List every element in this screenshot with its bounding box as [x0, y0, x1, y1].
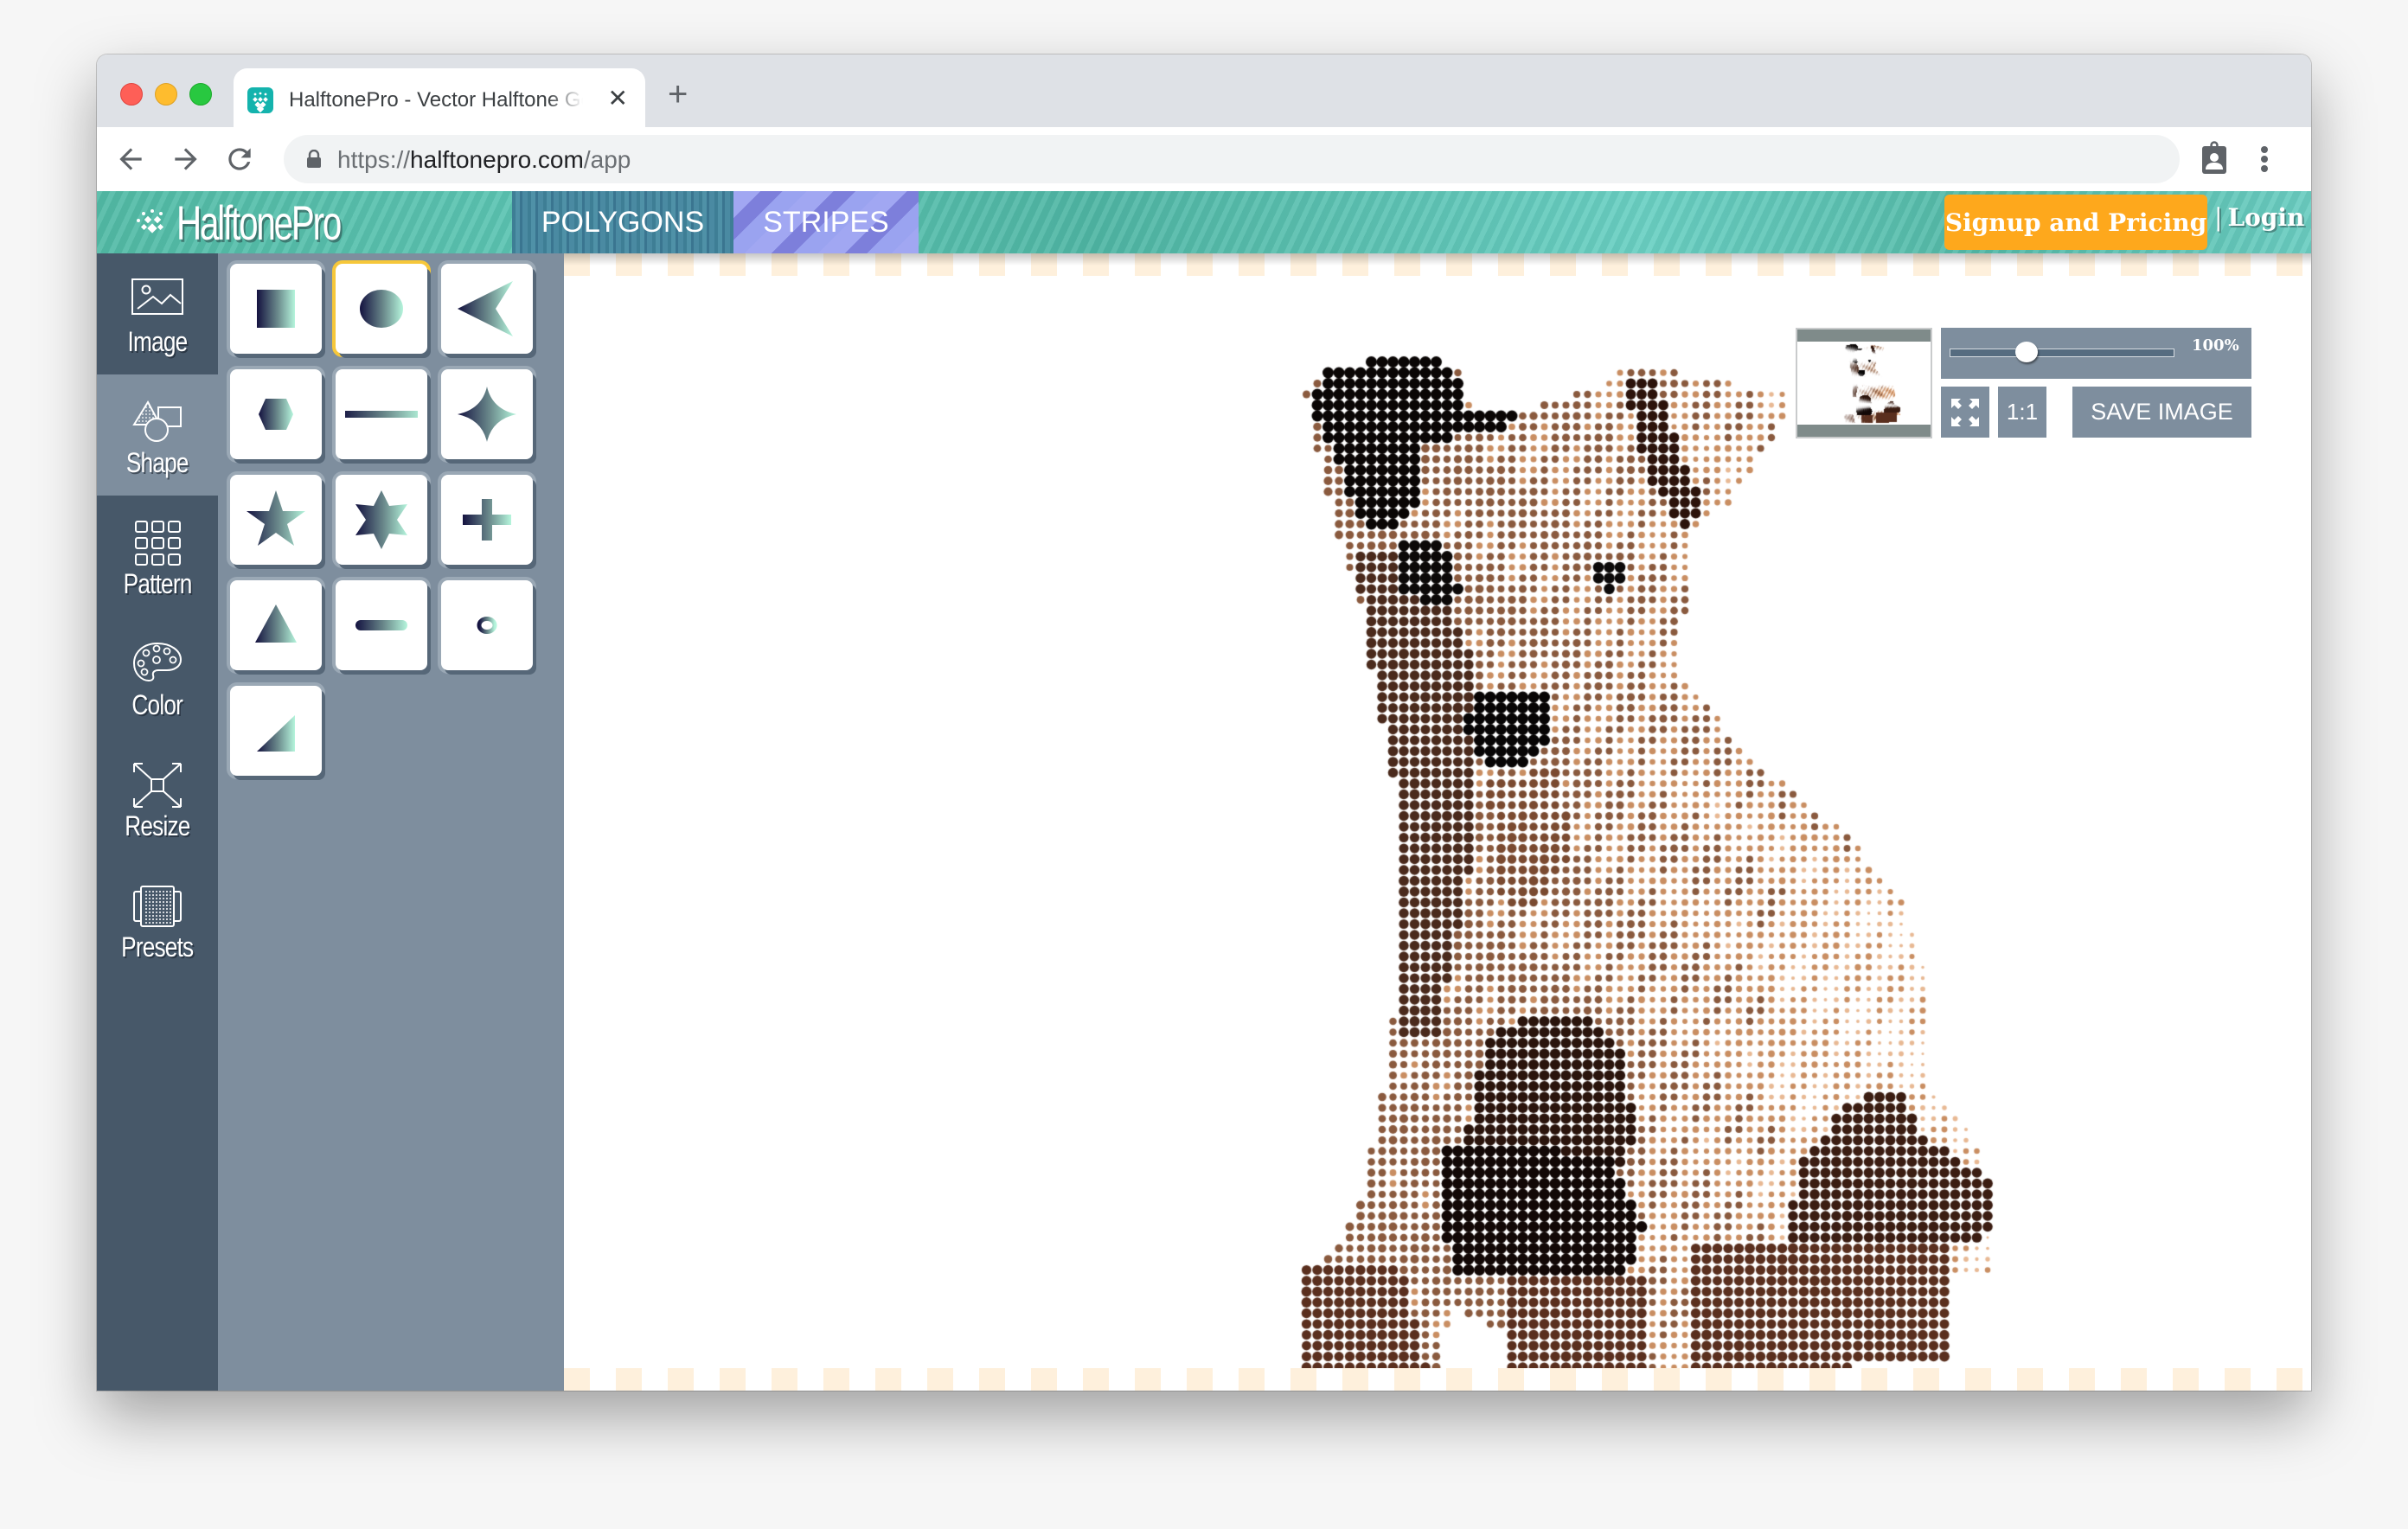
new-tab-button[interactable]: +	[668, 77, 688, 112]
image-icon	[131, 278, 183, 315]
shape-line-button[interactable]	[336, 369, 427, 459]
tab-strip: HalftonePro - Vector Halftone Generator …	[97, 54, 2311, 127]
shape-triangle-button[interactable]	[230, 580, 322, 670]
shape-ring-button[interactable]	[441, 580, 533, 670]
shape-arrowhead-button[interactable]	[441, 264, 533, 354]
login-link[interactable]: | Login	[2214, 203, 2304, 232]
sidebar-label: Resize	[125, 810, 190, 841]
shape-hexagon-button[interactable]	[230, 369, 322, 459]
fit-to-screen-icon	[1951, 398, 1979, 426]
actual-size-button[interactable]: 1:1	[1998, 387, 2046, 438]
shape-cross-button[interactable]	[441, 475, 533, 565]
shape-star-button[interactable]	[230, 475, 322, 565]
logo-diamond-icon	[137, 209, 164, 234]
more-menu-icon[interactable]	[2259, 144, 2270, 176]
grid-pattern-icon	[135, 521, 181, 566]
thumbnail-band-bottom	[1797, 425, 1931, 437]
app-header: HalftonePro POLYGONS STRIPES Signup and …	[97, 191, 2311, 253]
sidebar-item-presets[interactable]: Presets	[97, 859, 218, 980]
browser-tab-active[interactable]: HalftonePro - Vector Halftone Generator …	[234, 68, 645, 127]
zoom-value: 100%	[2192, 336, 2239, 355]
url-text: https://halftonepro.com/app	[337, 146, 631, 174]
ring-shape-icon	[477, 617, 497, 634]
close-window-button[interactable]	[120, 83, 143, 106]
sidebar-item-image[interactable]: Image	[97, 253, 218, 374]
zoom-slider-thumb[interactable]	[2014, 342, 2038, 362]
forward-arrow-icon[interactable]	[170, 143, 202, 176]
right-triangle-shape-icon	[257, 715, 295, 752]
shape-square-button[interactable]	[230, 264, 322, 354]
minimize-window-button[interactable]	[155, 83, 177, 106]
star-shape-icon	[247, 490, 305, 546]
zoom-slider[interactable]	[1950, 342, 2174, 362]
shape-four-point-star-button[interactable]	[441, 369, 533, 459]
sidebar-item-pattern[interactable]: Pattern	[97, 496, 218, 617]
address-bar[interactable]: https://halftonepro.com/app	[284, 135, 2180, 183]
image-thumbnail-navigator[interactable]	[1796, 328, 1932, 438]
arrowhead-shape-icon	[458, 281, 513, 336]
hexagon-shape-icon	[259, 399, 293, 430]
sidebar-label: Image	[127, 326, 189, 357]
sidebar-label: Shape	[126, 447, 189, 478]
browser-toolbar: https://halftonepro.com/app	[97, 127, 2311, 192]
triangle-shape-icon	[255, 605, 297, 643]
save-image-button[interactable]: SAVE IMAGE	[2072, 387, 2251, 438]
shapes-icon	[132, 400, 182, 442]
sidebar-label: Color	[131, 689, 183, 720]
square-shape-icon	[257, 290, 295, 328]
login-label: Login	[2227, 203, 2305, 232]
maximize-window-button[interactable]	[189, 83, 212, 106]
halftonepro-favicon-icon	[247, 87, 273, 113]
cross-shape-icon	[463, 499, 511, 541]
sidebar-item-color[interactable]: Color	[97, 617, 218, 738]
url-scheme: https://	[337, 146, 411, 173]
halftonepro-logo[interactable]: HalftonePro	[131, 195, 404, 250]
tab-polygons[interactable]: POLYGONS	[512, 191, 733, 253]
url-host: halftonepro.com	[410, 146, 584, 173]
shape-circle-button[interactable]	[336, 264, 427, 354]
url-path: /app	[583, 146, 631, 173]
fit-to-screen-button[interactable]	[1941, 387, 1989, 438]
halftone-canvas[interactable]: 100% 1:1 SAVE IMAGE	[564, 253, 2311, 1391]
six-point-star-shape-icon	[355, 490, 407, 549]
shape-right-triangle-button[interactable]	[230, 686, 322, 776]
browser-window: HalftonePro - Vector Halftone Generator …	[97, 54, 2311, 1391]
resize-arrows-icon	[133, 763, 182, 808]
left-sidebar: Image Shape Pattern Color Resize Presets	[97, 253, 218, 1391]
sidebar-item-shape[interactable]: Shape	[97, 374, 218, 496]
logo-text: HalftonePro	[176, 195, 342, 250]
sidebar-label: Presets	[121, 931, 194, 963]
login-separator: |	[2214, 203, 2223, 232]
palette-icon	[132, 642, 183, 682]
back-arrow-icon[interactable]	[114, 143, 147, 176]
circle-shape-icon	[360, 290, 403, 328]
reload-icon[interactable]	[223, 143, 256, 176]
tab-title: HalftonePro - Vector Halftone Generator	[289, 88, 583, 112]
signup-pricing-button[interactable]: Signup and Pricing	[1944, 195, 2207, 250]
halftone-dog-image[interactable]	[564, 253, 2311, 1391]
thumbnail-band-top	[1797, 329, 1931, 342]
canvas-bottom-border	[564, 1368, 2311, 1391]
sidebar-label: Pattern	[123, 568, 193, 599]
thumbnail-dog-image	[1797, 342, 1931, 425]
lock-icon	[307, 150, 321, 168]
shape-rounded-bar-button[interactable]	[336, 580, 427, 670]
tab-stripes[interactable]: STRIPES	[733, 191, 919, 253]
presets-icon	[133, 886, 182, 927]
profile-clipboard-icon[interactable]	[2197, 141, 2232, 176]
shape-six-point-star-button[interactable]	[336, 475, 427, 565]
line-shape-icon	[345, 411, 418, 418]
sidebar-item-resize[interactable]: Resize	[97, 738, 218, 859]
four-point-star-shape-icon	[458, 387, 516, 442]
shape-picker-panel	[218, 253, 564, 1391]
zoom-panel: 100%	[1941, 328, 2251, 379]
close-tab-icon[interactable]: ✕	[608, 86, 628, 112]
rounded-bar-shape-icon	[355, 620, 407, 630]
